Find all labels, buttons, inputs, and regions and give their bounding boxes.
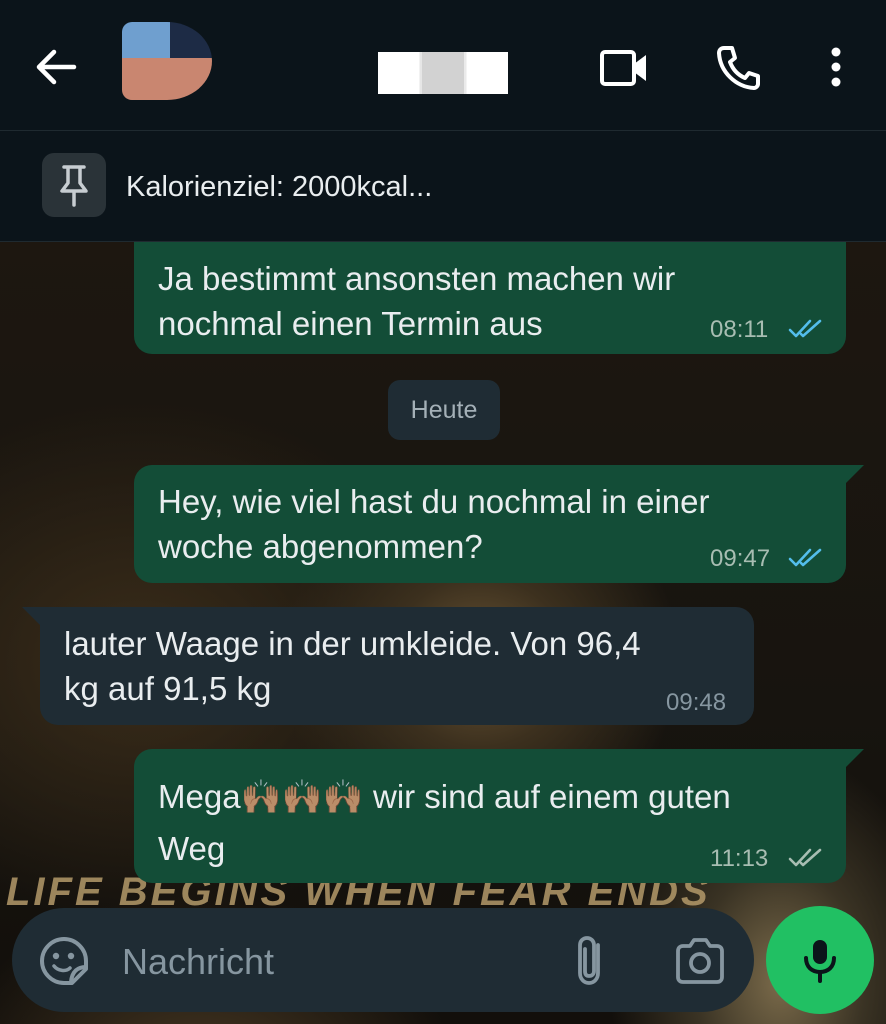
- camera-button[interactable]: [672, 935, 728, 987]
- arrow-left-icon: [36, 49, 77, 85]
- voice-message-button[interactable]: [766, 906, 874, 1014]
- message-time: 11:13: [710, 845, 769, 872]
- message-composer: [12, 908, 754, 1012]
- paperclip-icon: [578, 936, 600, 985]
- message-bubble-outgoing[interactable]: Mega🙌🏽🙌🏽🙌🏽 wir sind auf einem guten Weg …: [134, 749, 864, 883]
- pinned-icon-box: [42, 153, 106, 217]
- read-ticks-icon: [788, 319, 822, 338]
- pinned-message-bar[interactable]: Kalorienziel: 2000kcal...: [0, 131, 886, 242]
- phone-icon: [717, 46, 760, 90]
- message-bubble-incoming[interactable]: lauter Waage in der umkleide. Von 96,4 k…: [22, 607, 754, 725]
- message-time: 08:11: [710, 316, 769, 343]
- voice-call-button[interactable]: [710, 40, 766, 96]
- message-text: Hey, wie viel hast du nochmal in einer w…: [158, 483, 710, 565]
- message-text: Mega🙌🏽🙌🏽🙌🏽 wir sind auf einem guten Weg: [158, 778, 731, 867]
- message-text: Ja bestimmt ansonsten machen wir nochmal…: [158, 260, 676, 342]
- camera-icon: [676, 938, 724, 984]
- microphone-icon: [804, 940, 836, 983]
- contact-avatar[interactable]: [122, 22, 212, 100]
- pin-icon: [60, 165, 88, 207]
- message-input[interactable]: [120, 936, 544, 988]
- day-separator: Heute: [388, 380, 500, 440]
- pinned-message-text: Kalorienziel: 2000kcal...: [126, 171, 433, 203]
- back-button[interactable]: [30, 43, 82, 91]
- delivered-ticks-icon: [788, 848, 822, 867]
- video-call-button[interactable]: [596, 40, 652, 96]
- read-ticks-icon: [788, 548, 822, 567]
- message-time: 09:48: [666, 689, 727, 716]
- video-camera-icon: [600, 50, 646, 86]
- message-bubble-outgoing[interactable]: Ja bestimmt ansonsten machen wir nochmal…: [134, 242, 846, 354]
- emoji-sticker-button[interactable]: [38, 935, 90, 987]
- more-options-button[interactable]: [810, 40, 866, 96]
- attach-button[interactable]: [568, 933, 616, 989]
- contact-name[interactable]: [378, 52, 508, 94]
- chat-header: [0, 0, 886, 131]
- message-bubble-outgoing[interactable]: Hey, wie viel hast du nochmal in einer w…: [134, 465, 864, 583]
- message-text: lauter Waage in der umkleide. Von 96,4 k…: [64, 625, 641, 707]
- sticker-emoji-icon: [40, 937, 88, 985]
- more-vertical-icon: [831, 47, 841, 87]
- message-time: 09:47: [710, 545, 771, 572]
